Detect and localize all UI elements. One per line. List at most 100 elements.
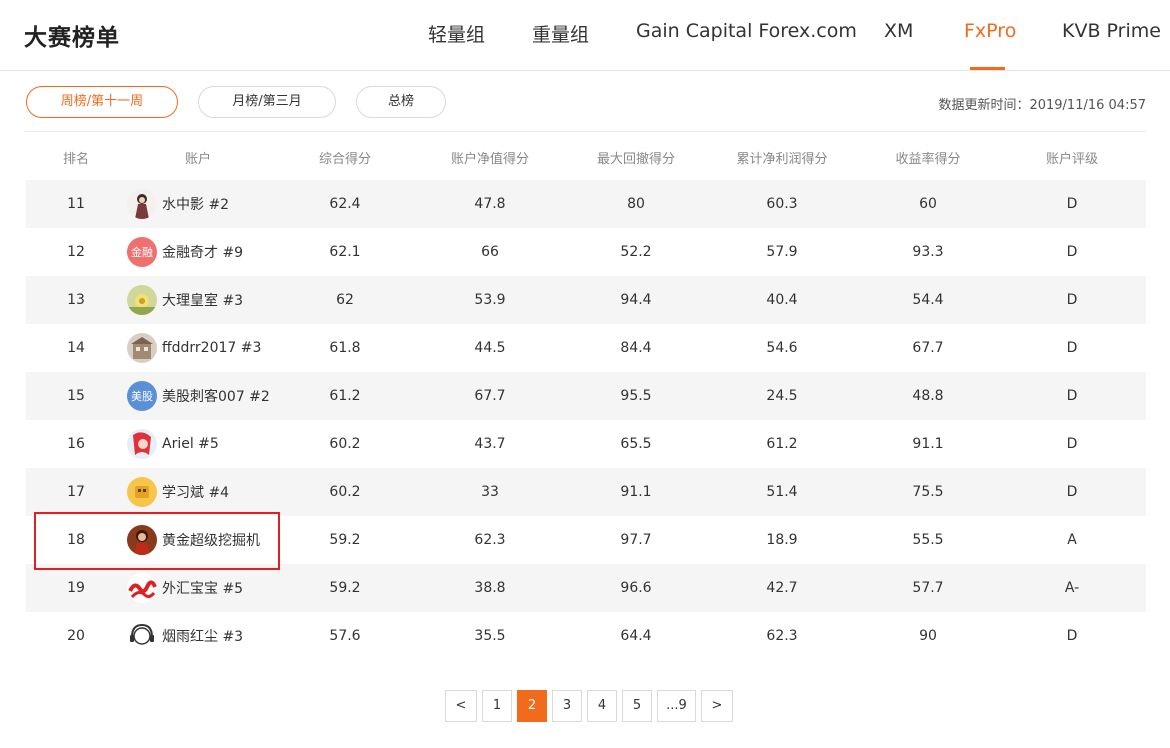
table-row: 16 Ariel #5 60.2 43.7 65.5 61.2 91.1 D xyxy=(26,420,1146,468)
rank-cell: 11 xyxy=(67,196,85,212)
drawdown-cell: 52.2 xyxy=(620,244,652,260)
rating-cell: D xyxy=(1066,628,1078,644)
drawdown-cell: 64.4 xyxy=(620,628,652,644)
account-name: 学习斌 #4 xyxy=(162,485,230,501)
equity-cell: 38.8 xyxy=(474,580,506,596)
profit-cell: 60.3 xyxy=(766,196,798,212)
drawdown-cell: 96.6 xyxy=(620,580,652,596)
yield-cell: 54.4 xyxy=(912,292,944,308)
page-2-button[interactable]: 2 xyxy=(517,690,547,722)
page-5-button[interactable]: 5 xyxy=(622,690,652,722)
account-cell[interactable]: 学习斌 #4 xyxy=(127,468,229,516)
drawdown-cell: 97.7 xyxy=(620,532,652,548)
equity-cell: 53.9 xyxy=(474,292,506,308)
rating-cell: D xyxy=(1066,436,1078,452)
yield-cell: 90 xyxy=(919,628,937,644)
headphone-avatar xyxy=(127,621,157,651)
rank-cell: 19 xyxy=(67,580,85,596)
score-cell: 60.2 xyxy=(329,484,361,500)
rank-cell: 17 xyxy=(67,484,85,500)
account-cell[interactable]: 金融 金融奇才 #9 xyxy=(127,228,243,276)
table-row: 14 ffddrr2017 #3 61.8 44.5 84.4 54.6 67.… xyxy=(26,324,1146,372)
table-row: 19 外汇宝宝 #5 59.2 38.8 96.6 42.7 57.7 A- xyxy=(26,564,1146,612)
tab-heavy-group[interactable]: 重量组 xyxy=(532,20,589,47)
building-avatar xyxy=(127,333,157,363)
account-cell[interactable]: ffddrr2017 #3 xyxy=(127,324,261,372)
weekly-ranking-button[interactable]: 周榜/第十一周 xyxy=(26,86,178,118)
profit-cell: 61.2 xyxy=(766,436,798,452)
col-drawdown-score: 最大回撤得分 xyxy=(596,152,675,167)
score-cell: 62.1 xyxy=(329,244,361,260)
account-name: 金融奇才 #9 xyxy=(162,245,244,261)
rating-cell: D xyxy=(1066,292,1078,308)
drawdown-cell: 91.1 xyxy=(620,484,652,500)
account-cell[interactable]: 美股 美股刺客007 #2 xyxy=(127,372,270,420)
tab-gain-capital[interactable]: Gain Capital Forex.com xyxy=(636,20,857,42)
account-name: 外汇宝宝 #5 xyxy=(162,581,244,597)
col-equity-score: 账户净值得分 xyxy=(450,152,529,167)
next-page-button[interactable]: > xyxy=(701,690,733,722)
page-4-button[interactable]: 4 xyxy=(587,690,617,722)
equity-cell: 43.7 xyxy=(474,436,506,452)
equity-cell: 67.7 xyxy=(474,388,506,404)
page-3-button[interactable]: 3 xyxy=(552,690,582,722)
tab-xm[interactable]: XM xyxy=(884,20,913,42)
equity-cell: 35.5 xyxy=(474,628,506,644)
account-name: 大理皇室 #3 xyxy=(162,293,244,309)
account-cell[interactable]: 外汇宝宝 #5 xyxy=(127,564,243,612)
score-cell: 62 xyxy=(336,292,354,308)
profit-cell: 54.6 xyxy=(766,340,798,356)
cartoon-avatar xyxy=(127,477,157,507)
account-name: Ariel #5 xyxy=(162,436,219,452)
yield-cell: 93.3 xyxy=(912,244,944,260)
yield-cell: 48.8 xyxy=(912,388,944,404)
col-rating: 账户评级 xyxy=(1045,152,1098,167)
page-9-button[interactable]: ...9 xyxy=(657,690,696,722)
prev-page-button[interactable]: < xyxy=(445,690,477,722)
total-ranking-button[interactable]: 总榜 xyxy=(356,86,446,118)
text-avatar: 美股 xyxy=(127,381,157,411)
tab-fxpro[interactable]: FxPro xyxy=(964,20,1016,42)
col-profit-score: 累计净利润得分 xyxy=(736,152,828,167)
yield-cell: 91.1 xyxy=(912,436,944,452)
account-cell[interactable]: 烟雨红尘 #3 xyxy=(127,612,243,660)
col-rank: 排名 xyxy=(62,152,89,167)
highlight-box xyxy=(34,512,280,570)
table-row: 20 烟雨红尘 #3 57.6 35.5 64.4 62.3 90 D xyxy=(26,612,1146,660)
profit-cell: 57.9 xyxy=(766,244,798,260)
drawdown-cell: 65.5 xyxy=(620,436,652,452)
nav-tabs: 轻量组 重量组 Gain Capital Forex.com XM FxPro … xyxy=(0,0,1170,71)
update-time-label: 数据更新时间： xyxy=(938,98,1030,113)
drawdown-cell: 95.5 xyxy=(620,388,652,404)
col-account: 账户 xyxy=(184,152,211,167)
score-cell: 57.6 xyxy=(329,628,361,644)
rank-cell: 15 xyxy=(67,388,85,404)
monthly-ranking-button[interactable]: 月榜/第三月 xyxy=(198,86,336,118)
score-cell: 59.2 xyxy=(329,532,361,548)
yield-cell: 55.5 xyxy=(912,532,944,548)
rank-cell: 20 xyxy=(67,628,85,644)
table-row: 17 学习斌 #4 60.2 33 91.1 51.4 75.5 D xyxy=(26,468,1146,516)
profit-cell: 51.4 xyxy=(766,484,798,500)
rating-cell: D xyxy=(1066,340,1078,356)
divider xyxy=(24,131,1146,132)
rating-cell: D xyxy=(1066,484,1078,500)
account-cell[interactable]: Ariel #5 xyxy=(127,420,219,468)
account-cell[interactable]: 水中影 #2 xyxy=(127,180,229,228)
drawdown-cell: 80 xyxy=(627,196,645,212)
tab-light-group[interactable]: 轻量组 xyxy=(428,20,485,47)
flower-avatar xyxy=(127,285,157,315)
page-1-button[interactable]: 1 xyxy=(482,690,512,722)
yield-cell: 75.5 xyxy=(912,484,944,500)
score-cell: 59.2 xyxy=(329,580,361,596)
equity-cell: 62.3 xyxy=(474,532,506,548)
rank-cell: 14 xyxy=(67,340,85,356)
tab-kvb-prime[interactable]: KVB Prime xyxy=(1062,20,1161,42)
equity-cell: 44.5 xyxy=(474,340,506,356)
score-cell: 60.2 xyxy=(329,436,361,452)
update-time-value: 2019/11/16 04:57 xyxy=(1029,98,1146,113)
active-tab-underline xyxy=(970,67,1005,70)
yield-cell: 57.7 xyxy=(912,580,944,596)
account-cell[interactable]: 大理皇室 #3 xyxy=(127,276,243,324)
text-avatar: 金融 xyxy=(127,237,157,267)
